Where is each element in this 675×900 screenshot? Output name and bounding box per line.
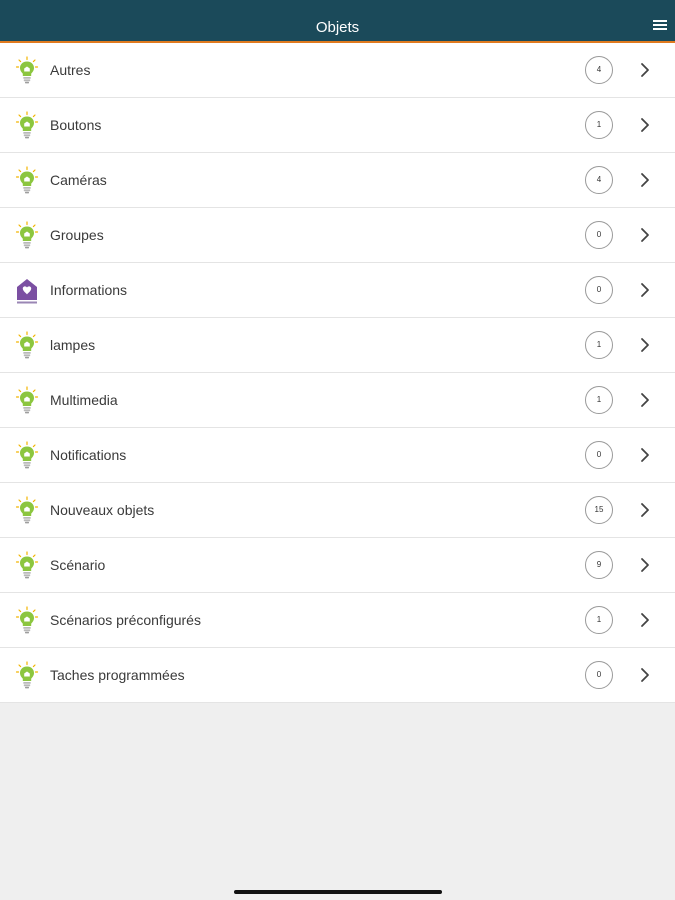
- lightbulb-icon: [15, 331, 39, 361]
- count-badge: 1: [585, 386, 613, 414]
- list-item-label: Scénarios préconfigurés: [50, 612, 201, 628]
- list-item-label: Notifications: [50, 447, 127, 463]
- chevron-right-icon: [638, 667, 652, 683]
- chevron-right-icon: [638, 227, 652, 243]
- list-item[interactable]: Scénarios préconfigurés 1: [0, 593, 675, 648]
- list-item-label: Taches programmées: [50, 667, 185, 683]
- home-indicator: [234, 890, 442, 894]
- count-badge: 1: [585, 111, 613, 139]
- list-item-label: Nouveaux objets: [50, 502, 155, 518]
- lightbulb-icon: [15, 606, 39, 636]
- count-badge: 1: [585, 331, 613, 359]
- list-item-label: lampes: [50, 337, 96, 353]
- list-item[interactable]: Taches programmées 0: [0, 648, 675, 703]
- chevron-right-icon: [638, 502, 652, 518]
- chevron-right-icon: [638, 172, 652, 188]
- count-badge: 15: [585, 496, 613, 524]
- list-item[interactable]: Informations 0: [0, 263, 675, 318]
- list-item-label: Informations: [50, 282, 128, 298]
- list-item[interactable]: Autres 4: [0, 43, 675, 98]
- lightbulb-icon: [15, 111, 39, 141]
- list-item[interactable]: Caméras 4: [0, 153, 675, 208]
- lightbulb-icon: [15, 166, 39, 196]
- count-badge: 4: [585, 56, 613, 84]
- list-item[interactable]: Nouveaux objets 15: [0, 483, 675, 538]
- list-item-label: Scénario: [50, 557, 106, 573]
- lightbulb-icon: [15, 386, 39, 416]
- count-badge: 0: [585, 661, 613, 689]
- lightbulb-icon: [15, 661, 39, 691]
- lightbulb-icon: [15, 441, 39, 471]
- list-item[interactable]: Scénario 9: [0, 538, 675, 593]
- chevron-right-icon: [638, 117, 652, 133]
- count-badge: 0: [585, 441, 613, 469]
- list-item[interactable]: Boutons 1: [0, 98, 675, 153]
- list-item[interactable]: Notifications 0: [0, 428, 675, 483]
- count-badge: 1: [585, 606, 613, 634]
- list-item-label: Multimedia: [50, 392, 118, 408]
- count-badge: 0: [585, 276, 613, 304]
- lightbulb-icon: [15, 496, 39, 526]
- list-item[interactable]: Multimedia 1: [0, 373, 675, 428]
- count-badge: 4: [585, 166, 613, 194]
- object-category-list: Autres 4 Boutons 1 Caméras 4 Groupes 0 Informati…: [0, 43, 675, 703]
- top-bar: Objets: [0, 0, 675, 43]
- lightbulb-icon: [15, 551, 39, 581]
- list-item-label: Groupes: [50, 227, 104, 243]
- lightbulb-icon: [15, 56, 39, 86]
- list-item[interactable]: lampes 1: [0, 318, 675, 373]
- chevron-right-icon: [638, 337, 652, 353]
- chevron-right-icon: [638, 282, 652, 298]
- list-item-label: Boutons: [50, 117, 102, 133]
- house-heart-icon: [15, 276, 39, 306]
- chevron-right-icon: [638, 62, 652, 78]
- chevron-right-icon: [638, 447, 652, 463]
- chevron-right-icon: [638, 612, 652, 628]
- list-item-label: Caméras: [50, 172, 107, 188]
- lightbulb-icon: [15, 221, 39, 251]
- page-title: Objets: [315, 19, 360, 36]
- hamburger-menu-icon[interactable]: [653, 20, 667, 34]
- list-item[interactable]: Groupes 0: [0, 208, 675, 263]
- app-screen: Objets Autres 4 Boutons 1 Caméras 4 Groupes 0 In…: [0, 0, 675, 900]
- count-badge: 9: [585, 551, 613, 579]
- list-item-label: Autres: [50, 62, 91, 78]
- chevron-right-icon: [638, 392, 652, 408]
- chevron-right-icon: [638, 557, 652, 573]
- count-badge: 0: [585, 221, 613, 249]
